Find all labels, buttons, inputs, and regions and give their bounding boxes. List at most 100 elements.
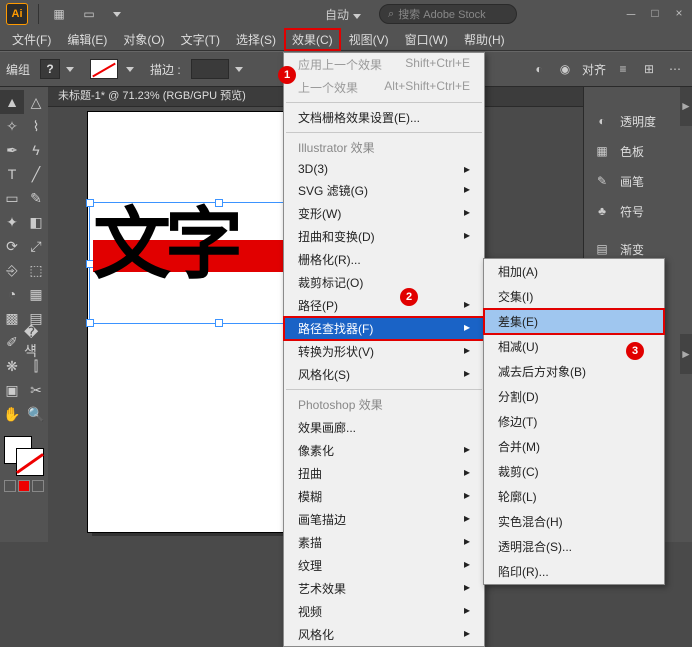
panel-symbols[interactable]: ♣符号 [584, 196, 692, 226]
close-button[interactable]: × [672, 6, 686, 23]
menu-item-texture[interactable]: 纹理▸ [284, 554, 484, 577]
stroke-weight-input[interactable] [191, 59, 229, 79]
workspace-switcher[interactable]: 自动 [325, 8, 349, 22]
fill-stroke-control[interactable] [4, 436, 44, 476]
opacity-icon[interactable]: ◐ [530, 60, 548, 78]
color-mode[interactable] [32, 480, 44, 492]
menu-view[interactable]: 视图(V) [341, 28, 397, 51]
transform-icon[interactable]: ⊞ [640, 60, 658, 78]
search-stock-input[interactable]: ⌕搜索 Adobe Stock [379, 4, 517, 24]
caret-icon[interactable] [66, 67, 74, 72]
submenu-add[interactable]: 相加(A) [484, 259, 664, 284]
curvature-tool[interactable]: ϟ [24, 138, 48, 162]
menu-item-warp[interactable]: 变形(W)▸ [284, 202, 484, 225]
graph-tool[interactable]: ⫿ [24, 354, 48, 378]
zoom-tool[interactable]: 🔍 [24, 402, 48, 426]
menu-item-sketch[interactable]: 素描▸ [284, 531, 484, 554]
menu-item-path[interactable]: 路径(P)▸ [284, 294, 484, 317]
maximize-button[interactable]: □ [648, 6, 662, 23]
submenu-exclude[interactable]: 差集(E) [484, 309, 664, 334]
minimize-button[interactable]: － [624, 6, 638, 23]
eyedropper-tool[interactable]: ✐ [0, 330, 24, 354]
lasso-tool[interactable]: ⌇ [24, 114, 48, 138]
submenu-trap[interactable]: 陷印(R)... [484, 559, 664, 584]
menu-item-distort-ps[interactable]: 扭曲▸ [284, 462, 484, 485]
menu-item-video[interactable]: 视频▸ [284, 600, 484, 623]
text-object[interactable]: 文字 [93, 206, 237, 284]
menu-window[interactable]: 窗口(W) [397, 28, 456, 51]
menu-select[interactable]: 选择(S) [228, 28, 284, 51]
menu-item-gallery[interactable]: 效果画廊... [284, 416, 484, 439]
caret-icon[interactable] [113, 12, 121, 17]
menu-effect[interactable]: 效果(C) [284, 28, 341, 51]
caret-icon[interactable] [126, 67, 134, 72]
panel-swatches[interactable]: ▦色板 [584, 136, 692, 166]
blend-tool[interactable]: �섁 [24, 330, 48, 354]
submenu-minus-back[interactable]: 减去后方对象(B) [484, 359, 664, 384]
menu-item-pathfinder[interactable]: 路径查找器(F)▸ [284, 317, 484, 340]
pen-tool[interactable]: ✒ [0, 138, 24, 162]
direct-selection-tool[interactable]: △ [24, 90, 48, 114]
panel-transparency[interactable]: ◐透明度 [584, 106, 692, 136]
free-transform-tool[interactable]: ⬚ [24, 258, 48, 282]
submenu-hardmix[interactable]: 实色混合(H) [484, 509, 664, 534]
submenu-outline[interactable]: 轮廓(L) [484, 484, 664, 509]
menu-item-3d[interactable]: 3D(3)▸ [284, 159, 484, 179]
menu-item-distort[interactable]: 扭曲和变换(D)▸ [284, 225, 484, 248]
menu-edit[interactable]: 编辑(E) [59, 28, 115, 51]
mesh-tool[interactable]: ▩ [0, 306, 24, 330]
menu-item-rasterize[interactable]: 栅格化(R)... [284, 248, 484, 271]
paintbrush-tool[interactable]: ✎ [24, 186, 48, 210]
menu-item-pixelate[interactable]: 像素化▸ [284, 439, 484, 462]
rotate-tool[interactable]: ⟳ [0, 234, 24, 258]
hand-tool[interactable]: ✋ [0, 402, 24, 426]
type-tool[interactable]: T [0, 162, 24, 186]
caret-icon[interactable] [353, 14, 361, 19]
menu-item-doc-raster[interactable]: 文档栅格效果设置(E)... [284, 106, 484, 129]
collapse-arrow-icon[interactable]: ► [680, 334, 692, 374]
submenu-softmix[interactable]: 透明混合(S)... [484, 534, 664, 559]
magic-wand-tool[interactable]: ✧ [0, 114, 24, 138]
submenu-intersect[interactable]: 交集(I) [484, 284, 664, 309]
menu-file[interactable]: 文件(F) [4, 28, 59, 51]
line-tool[interactable]: ╱ [24, 162, 48, 186]
menu-item-stylize-ps[interactable]: 风格化▸ [284, 623, 484, 646]
rectangle-tool[interactable]: ▭ [0, 186, 24, 210]
menu-type[interactable]: 文字(T) [173, 28, 228, 51]
perspective-tool[interactable]: ▦ [24, 282, 48, 306]
menu-item-cropmarks[interactable]: 裁剪标记(O) [284, 271, 484, 294]
collapse-arrow-icon[interactable]: ► [680, 86, 692, 126]
align-icon[interactable]: ≡ [614, 60, 632, 78]
color-mode[interactable] [18, 480, 30, 492]
selection-tool[interactable]: ▲ [0, 90, 24, 114]
shaper-tool[interactable]: ✦ [0, 210, 24, 234]
menu-item-convert-shape[interactable]: 转换为形状(V)▸ [284, 340, 484, 363]
slice-tool[interactable]: ✂ [24, 378, 48, 402]
arrange-icon[interactable]: ▭ [79, 5, 99, 23]
shape-builder-tool[interactable]: ◔ [0, 282, 24, 306]
submenu-divide[interactable]: 分割(D) [484, 384, 664, 409]
help-icon[interactable]: ? [40, 59, 60, 79]
artboard-tool[interactable]: ▣ [0, 378, 24, 402]
submenu-trim[interactable]: 修边(T) [484, 409, 664, 434]
align-label[interactable]: 对齐 [582, 61, 606, 78]
menu-object[interactable]: 对象(O) [115, 28, 172, 51]
submenu-merge[interactable]: 合并(M) [484, 434, 664, 459]
recolor-icon[interactable]: ◉ [556, 60, 574, 78]
menu-item-artistic[interactable]: 艺术效果▸ [284, 577, 484, 600]
panel-brushes[interactable]: ✎画笔 [584, 166, 692, 196]
fill-swatch[interactable] [90, 59, 118, 79]
bridge-icon[interactable]: ▦ [49, 5, 69, 23]
menu-item-brush-strokes[interactable]: 画笔描边▸ [284, 508, 484, 531]
menu-item-blur[interactable]: 模糊▸ [284, 485, 484, 508]
submenu-crop[interactable]: 裁剪(C) [484, 459, 664, 484]
color-mode[interactable] [4, 480, 16, 492]
caret-icon[interactable] [235, 67, 243, 72]
eraser-tool[interactable]: ◧ [24, 210, 48, 234]
more-icon[interactable]: ⋯ [666, 60, 684, 78]
symbol-sprayer-tool[interactable]: ❋ [0, 354, 24, 378]
scale-tool[interactable]: ⤢ [24, 234, 48, 258]
menu-item-svg[interactable]: SVG 滤镜(G)▸ [284, 179, 484, 202]
width-tool[interactable]: ⎆ [0, 258, 24, 282]
menu-help[interactable]: 帮助(H) [456, 28, 513, 51]
